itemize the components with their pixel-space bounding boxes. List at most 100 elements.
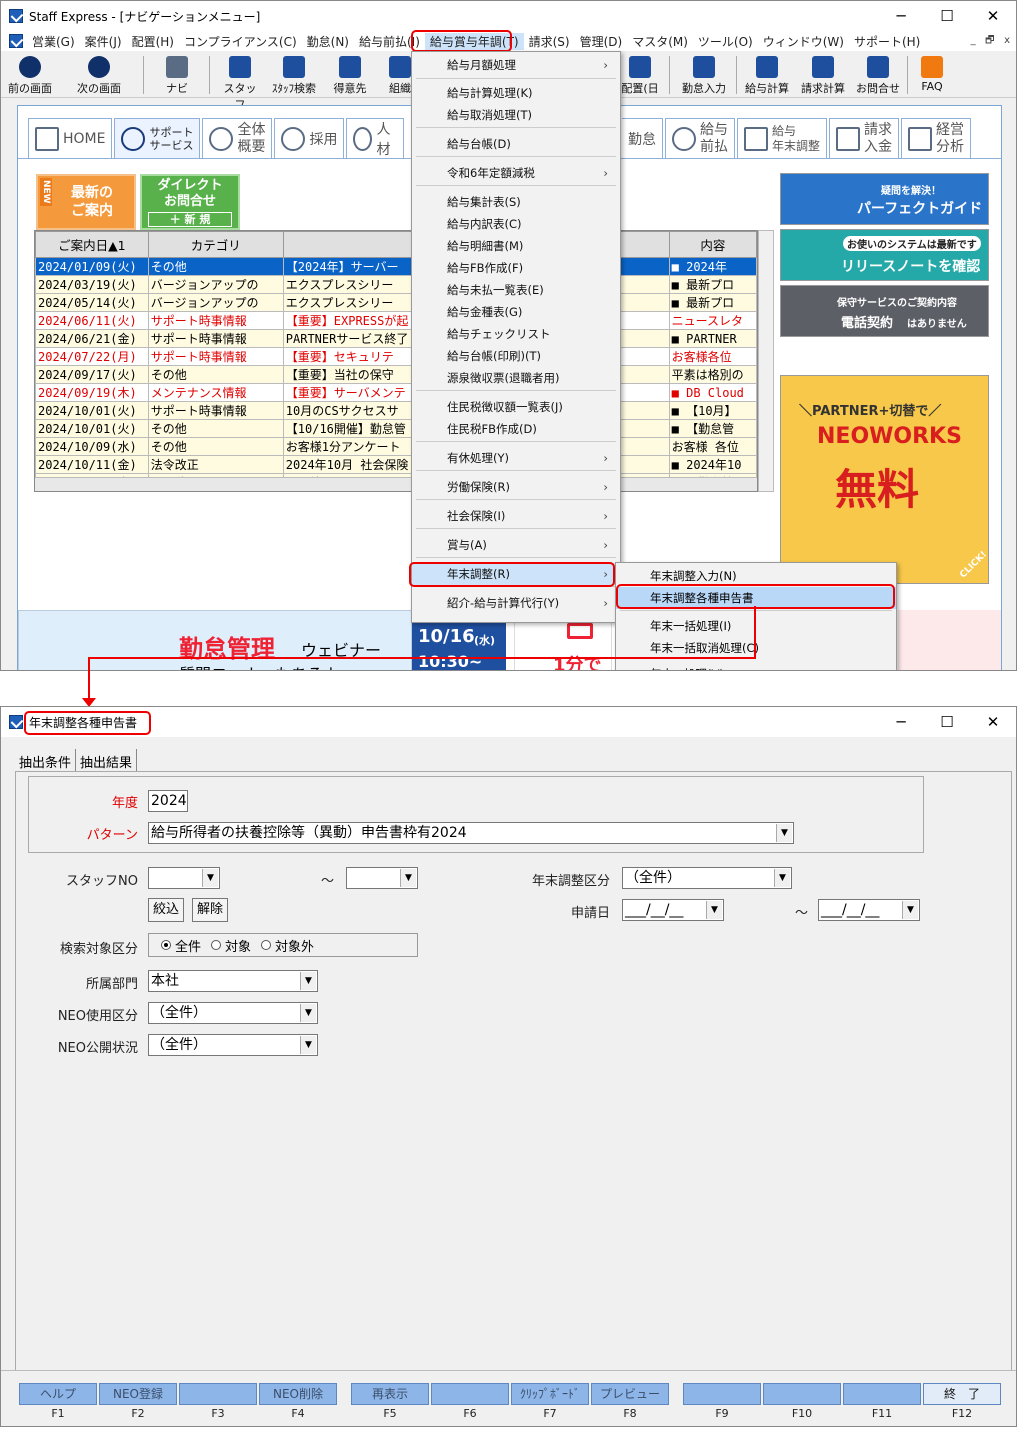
person-banner[interactable] xyxy=(898,610,1001,670)
dropdown-item[interactable]: 給与金種表(G) xyxy=(412,301,620,323)
menu-billing[interactable]: 請求(S) xyxy=(524,33,575,50)
dropdown-item[interactable]: 令和6年定額減税 › xyxy=(412,162,620,184)
back-button[interactable]: 前の画面 xyxy=(5,54,55,96)
billing-calc-button[interactable]: 請求計算 xyxy=(797,54,849,96)
payroll-calc-button[interactable]: 給与計算 xyxy=(741,54,793,96)
fkey-button-f2[interactable]: NEO登録 xyxy=(99,1383,177,1405)
table-row[interactable]: 2024/09/19(木) メンテナンス情報 【重要】サーバメンテ ■ DB Clou… xyxy=(35,383,757,402)
dropdown-item[interactable]: 給与計算処理(K) xyxy=(412,82,620,104)
fkey-button-f10[interactable] xyxy=(763,1383,841,1405)
direct-inquiry-button[interactable]: ダイレクト お問合せ ＋ 新 規 xyxy=(140,174,240,230)
staff-no-from[interactable]: ▼ xyxy=(148,867,220,889)
menu-window[interactable]: ウィンドウ(W) xyxy=(758,33,849,50)
client-button[interactable]: 得意先 xyxy=(329,54,371,96)
clear-button[interactable]: 解除 xyxy=(192,898,228,922)
dropdown-item[interactable]: 給与内訳表(C) xyxy=(412,213,620,235)
faq-button[interactable]: FAQ xyxy=(913,54,951,93)
col-date[interactable]: ご案内日▲1 xyxy=(35,231,149,258)
submenu-item[interactable]: 年末一括処理(I) xyxy=(616,615,896,637)
table-row[interactable]: 2024/10/01(火) サポート時事情報 10月のCSサクセスサ ■ 【10月】 xyxy=(35,401,757,420)
mdi-restore-button[interactable]: 🗗 xyxy=(985,35,994,46)
table-row[interactable]: 2024/05/14(火) バージョンアップの エクスプレスシリー ■ 最新プロ xyxy=(35,293,757,312)
form-maximize-button[interactable]: ☐ xyxy=(924,707,970,737)
table-row[interactable]: 2024/09/17(火) その他 【重要】当社の保守 平素は格別の xyxy=(35,365,757,384)
attendance-input-button[interactable]: 勤怠入力 xyxy=(677,54,731,96)
tab-home[interactable]: HOME xyxy=(28,118,113,158)
dropdown-item[interactable]: 給与未払一覧表(E) xyxy=(412,279,620,301)
fkey-button-f1[interactable]: ヘルプ xyxy=(19,1383,97,1405)
dropdown-item[interactable]: 紹介-給与計算代行(Y) › xyxy=(412,592,620,614)
menu-compliance[interactable]: コンプライアンス(C) xyxy=(179,33,302,50)
menu-tools[interactable]: ツール(O) xyxy=(693,33,758,50)
dropdown-item[interactable]: 有休処理(Y) › xyxy=(412,447,620,469)
narrow-button[interactable]: 絞込 xyxy=(148,898,184,922)
dropdown-item[interactable]: 給与集計表(S) xyxy=(412,191,620,213)
news-grid[interactable]: ご案内日▲1 カテゴリ 内容 2024/01/09(火) その他 【2024年】サー… xyxy=(34,230,758,492)
dropdown-item[interactable]: 社会保険(I) › xyxy=(412,505,620,527)
staff-no-to[interactable]: ▼ xyxy=(346,867,418,889)
tab-attendance[interactable]: 勤怠 xyxy=(622,118,663,158)
grid-vscroll[interactable] xyxy=(758,230,774,492)
staff-button[interactable]: スタッフ xyxy=(219,54,261,112)
fkey-button-f5[interactable]: 再表示 xyxy=(351,1383,429,1405)
fkey-button-f9[interactable] xyxy=(683,1383,761,1405)
dropdown-item[interactable]: 給与台帳(D) xyxy=(412,133,620,155)
dropdown-item[interactable]: 給与取消処理(T) xyxy=(412,104,620,126)
dropdown-item[interactable]: 給与明細書(M) xyxy=(412,235,620,257)
dropdown-item[interactable]: 労働保険(R) › xyxy=(412,476,620,498)
menu-projects[interactable]: 案件(J) xyxy=(80,33,127,50)
tab-overview[interactable]: 全体 概要 xyxy=(202,118,273,158)
maximize-button[interactable]: ☐ xyxy=(924,1,970,31)
tab-support[interactable]: サポート サービス xyxy=(114,118,201,158)
radio-all[interactable] xyxy=(161,940,171,950)
menu-master[interactable]: マスタ(M) xyxy=(627,33,693,50)
navi-button[interactable]: ナビ xyxy=(159,54,195,96)
table-row[interactable]: 2024/10/09(水) その他 お客様1分アンケート お客様 各位 xyxy=(35,437,757,456)
close-button[interactable]: ✕ xyxy=(970,1,1016,31)
staff-search-button[interactable]: ｽﾀｯﾌ検索 xyxy=(267,54,321,96)
year-end-type-select[interactable]: （全件） ▼ xyxy=(622,867,792,889)
col-category[interactable]: カテゴリ xyxy=(147,231,284,258)
table-row[interactable]: 2024/06/21(金) サポート時事情報 PARTNERサービス終了 ■ PART… xyxy=(35,329,757,348)
radio-non-target[interactable] xyxy=(261,940,272,950)
tab-recruit[interactable]: 採用 xyxy=(274,118,345,158)
table-row[interactable]: 2024/10/11(金) 法令改正 2024年10月 社会保険 ■ 2024年10 xyxy=(35,455,757,474)
latest-news-button[interactable]: NEW 最新の ご案内 xyxy=(36,174,136,230)
perfect-guide-banner[interactable]: 疑問を解決！ パーフェクトガイド xyxy=(780,173,989,225)
table-row[interactable]: 2024/03/19(火) バージョンアップの エクスプレスシリー ■ 最新プロ xyxy=(35,275,757,294)
dropdown-item[interactable]: 源泉徴収票(退職者用) xyxy=(412,367,620,389)
dropdown-item[interactable]: 住民税徴収額一覧表(J) xyxy=(412,396,620,418)
neo-use-select[interactable]: （全件） ▼ xyxy=(148,1002,318,1024)
dropdown-item[interactable]: 給与台帳(印刷)(T) xyxy=(412,345,620,367)
neoworks-banner[interactable]: ＼PARTNER+切替で／ NEOWORKS 無料 CLICK! xyxy=(780,375,989,584)
mdi-minimize-button[interactable]: _ xyxy=(971,35,976,46)
form-minimize-button[interactable]: ─ xyxy=(878,707,924,737)
tab-analysis[interactable]: 経営 分析 xyxy=(901,118,972,158)
table-row[interactable]: 2024/06/11(火) サポート時事情報 【重要】EXPRESSが起 ニュースレタ xyxy=(35,311,757,330)
tab-advance[interactable]: 給与 前払 xyxy=(665,118,735,158)
tab-criteria[interactable]: 抽出条件 xyxy=(15,749,77,773)
col-content[interactable]: 内容 xyxy=(668,231,757,258)
tab-year-end[interactable]: 給与 年末調整 xyxy=(737,118,828,158)
fkey-button-f8[interactable]: プレビュー xyxy=(591,1383,669,1405)
pattern-select[interactable]: 給与所得者の扶養控除等（異動）申告書枠有2024 ▼ xyxy=(148,822,794,844)
menu-admin[interactable]: 管理(D) xyxy=(575,33,628,50)
radio-target[interactable] xyxy=(211,940,222,950)
dept-select[interactable]: 本社 ▼ xyxy=(148,970,318,992)
fkey-button-f12[interactable]: 終 了 xyxy=(923,1383,1001,1405)
submenu-item[interactable]: 年末...処理(V) xyxy=(616,663,896,670)
menu-placement[interactable]: 配置(H) xyxy=(127,33,179,50)
webinar-banner[interactable]: 勤怠管理 ウェビナー 質問コーナーもあるよ xyxy=(18,610,412,670)
table-row[interactable]: 2024/07/22(月) サポート時事情報 【重要】セキュリテ お客様各位 xyxy=(35,347,757,366)
neo-pub-select[interactable]: （全件） ▼ xyxy=(148,1034,318,1056)
year-input[interactable]: 2024 xyxy=(148,790,188,812)
inquiry-button[interactable]: お問合せ xyxy=(853,54,903,96)
fkey-button-f3[interactable] xyxy=(179,1383,257,1405)
grid-hscroll[interactable] xyxy=(35,477,757,491)
menu-attendance[interactable]: 勤怠(N) xyxy=(302,33,354,50)
table-row[interactable]: 2024/10/01(火) その他 【10/16開催】勤怠管 ■ 【勤怠管 xyxy=(35,419,757,438)
dropdown-item[interactable]: 賞与(A) › xyxy=(412,534,620,556)
release-note-banner[interactable]: お使いのシステムは最新です リリースノートを確認 xyxy=(780,229,989,281)
fkey-button-f7[interactable]: ｸﾘｯﾌﾟﾎﾞｰﾄﾞ xyxy=(511,1383,589,1405)
dropdown-item[interactable]: 給与チェックリスト xyxy=(412,323,620,345)
